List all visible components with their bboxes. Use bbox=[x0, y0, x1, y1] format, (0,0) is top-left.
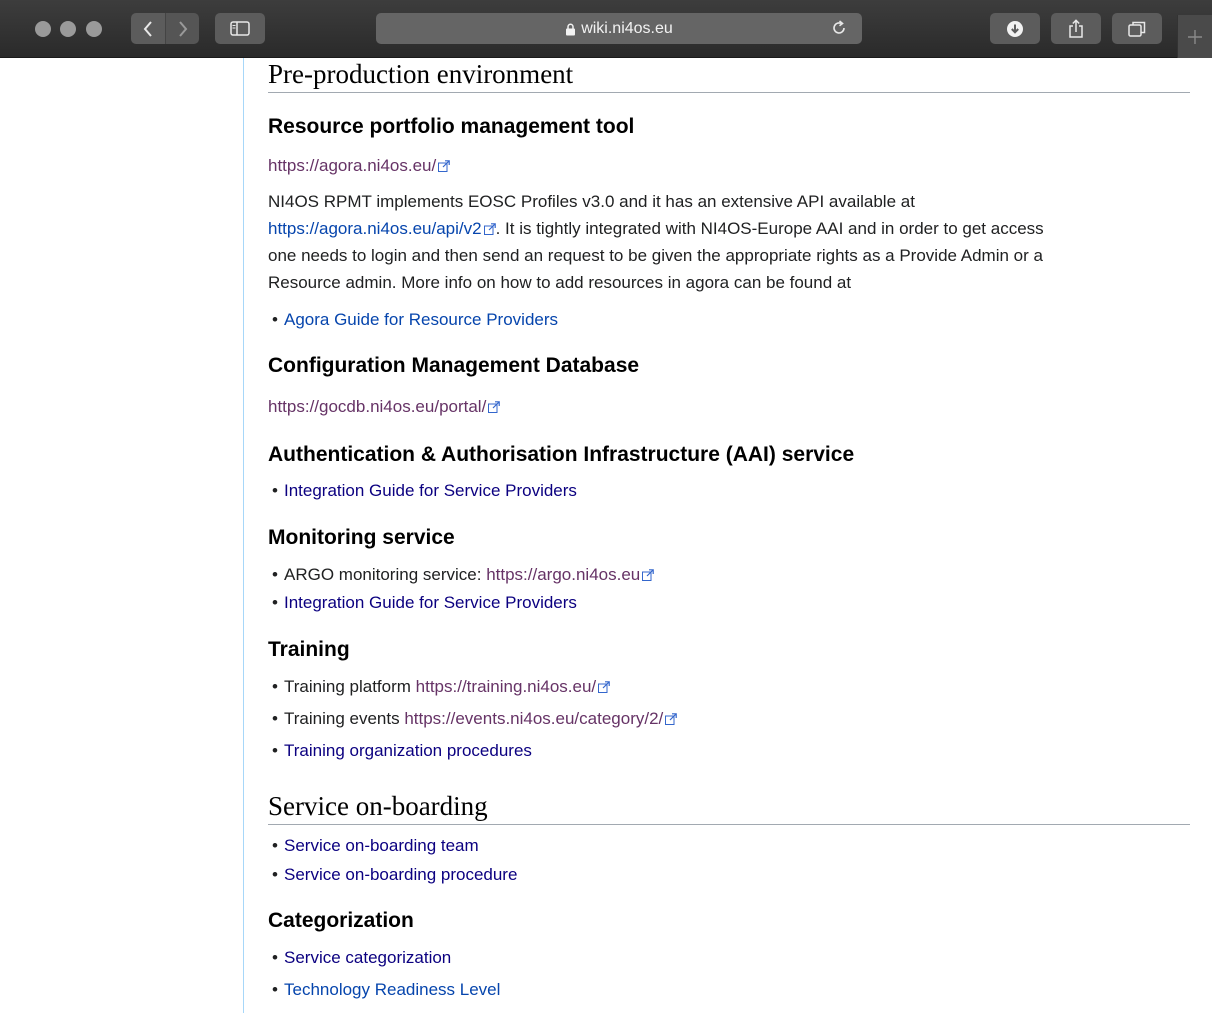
reload-icon[interactable] bbox=[830, 19, 848, 37]
list-item: Agora Guide for Resource Providers bbox=[272, 309, 558, 331]
rpmt-line-2: https://agora.ni4os.eu/api/v2 . It is tig… bbox=[268, 215, 1198, 242]
chevron-left-icon bbox=[143, 20, 152, 37]
section-heading-onboarding: Service on-boarding bbox=[268, 790, 1190, 825]
list-item: Service on-boarding team bbox=[272, 835, 479, 857]
external-link-icon bbox=[483, 223, 496, 235]
training-events-label: Training events bbox=[284, 709, 405, 728]
argo-link[interactable]: https://argo.ni4os.eu bbox=[486, 565, 640, 584]
heading-training: Training bbox=[268, 638, 350, 661]
rpmt-line-2-text: . It is tightly integrated with NI4OS-Eu… bbox=[495, 219, 1044, 238]
share-icon bbox=[1069, 18, 1083, 38]
aai-integration-guide-link[interactable]: Integration Guide for Service Providers bbox=[284, 481, 577, 500]
external-link-icon bbox=[488, 401, 501, 413]
downloads-button[interactable] bbox=[990, 13, 1040, 44]
tabs-icon bbox=[1128, 21, 1146, 37]
heading-aai: Authentication & Authorisation Infrastru… bbox=[268, 443, 855, 466]
wiki-sidebar bbox=[0, 58, 243, 1013]
list-item: Technology Readiness Level bbox=[272, 979, 500, 1001]
training-events-link[interactable]: https://events.ni4os.eu/category/2/ bbox=[404, 709, 663, 728]
list-item: Service categorization bbox=[272, 947, 451, 969]
heading-categorization: Categorization bbox=[268, 909, 414, 932]
url-text: wiki.ni4os.eu bbox=[581, 19, 673, 37]
wiki-content: Pre-production environment Resource port… bbox=[243, 58, 1212, 1013]
address-bar[interactable]: wiki.ni4os.eu bbox=[376, 13, 862, 44]
list-item: Training organization procedures bbox=[272, 740, 532, 762]
heading-rpmt: Resource portfolio management tool bbox=[268, 115, 635, 138]
cmdb-link-paragraph: https://gocdb.ni4os.eu/portal/ bbox=[268, 393, 501, 420]
agora-link[interactable]: https://agora.ni4os.eu/ bbox=[268, 156, 436, 175]
lock-icon bbox=[566, 23, 576, 36]
agora-api-link[interactable]: https://agora.ni4os.eu/api/v2 bbox=[268, 219, 482, 238]
rpmt-link-paragraph: https://agora.ni4os.eu/ bbox=[268, 152, 451, 179]
onboarding-team-link[interactable]: Service on-boarding team bbox=[284, 836, 479, 855]
list-item: Training platform https://training.ni4os… bbox=[272, 676, 610, 698]
heading-monitoring: Monitoring service bbox=[268, 526, 455, 549]
trl-link[interactable]: Technology Readiness Level bbox=[284, 980, 500, 999]
close-window-button[interactable] bbox=[35, 21, 51, 37]
onboarding-procedure-link[interactable]: Service on-boarding procedure bbox=[284, 865, 517, 884]
sidebar-toggle-button[interactable] bbox=[215, 13, 265, 44]
new-tab-button[interactable] bbox=[1177, 15, 1212, 58]
history-nav bbox=[131, 13, 199, 44]
download-icon bbox=[1007, 20, 1023, 37]
rpmt-line-1: NI4OS RPMT implements EOSC Profiles v3.0… bbox=[268, 192, 915, 211]
share-button[interactable] bbox=[1051, 13, 1101, 44]
heading-cmdb: Configuration Management Database bbox=[268, 354, 640, 377]
back-button[interactable] bbox=[131, 13, 165, 44]
external-link-icon bbox=[438, 160, 451, 172]
section-heading-preproduction: Pre-production environment bbox=[268, 58, 1190, 93]
list-item: Training events https://events.ni4os.eu/… bbox=[272, 708, 678, 730]
training-platform-link[interactable]: https://training.ni4os.eu/ bbox=[416, 677, 597, 696]
rpmt-line-3: one needs to login and then send an requ… bbox=[268, 246, 1043, 265]
external-link-icon bbox=[598, 681, 610, 693]
rpmt-line-4: Resource admin. More info on how to add … bbox=[268, 273, 852, 292]
service-categorization-link[interactable]: Service categorization bbox=[284, 948, 451, 967]
chevron-right-icon bbox=[178, 20, 187, 37]
monitoring-integration-guide-link[interactable]: Integration Guide for Service Providers bbox=[284, 593, 577, 612]
list-item: Integration Guide for Service Providers bbox=[272, 592, 577, 614]
training-platform-label: Training platform bbox=[284, 677, 416, 696]
gocdb-link[interactable]: https://gocdb.ni4os.eu/portal/ bbox=[268, 397, 486, 416]
sidebar-icon bbox=[230, 21, 250, 36]
argo-label: ARGO monitoring service: bbox=[284, 565, 487, 584]
external-link-icon bbox=[642, 569, 655, 581]
list-item: Integration Guide for Service Providers bbox=[272, 480, 577, 502]
forward-button[interactable] bbox=[165, 13, 199, 44]
training-procedures-link[interactable]: Training organization procedures bbox=[284, 741, 532, 760]
list-item: ARGO monitoring service: https://argo.ni… bbox=[272, 564, 655, 586]
minimize-window-button[interactable] bbox=[60, 21, 76, 37]
zoom-window-button[interactable] bbox=[86, 21, 102, 37]
list-item: Service on-boarding procedure bbox=[272, 864, 517, 886]
agora-guide-link[interactable]: Agora Guide for Resource Providers bbox=[284, 310, 558, 329]
browser-toolbar: wiki.ni4os.eu bbox=[0, 0, 1212, 58]
plus-icon bbox=[1188, 29, 1202, 44]
tabs-overview-button[interactable] bbox=[1112, 13, 1162, 44]
external-link-icon bbox=[665, 713, 678, 725]
rpmt-description: NI4OS RPMT implements EOSC Profiles v3.0… bbox=[268, 188, 1198, 296]
